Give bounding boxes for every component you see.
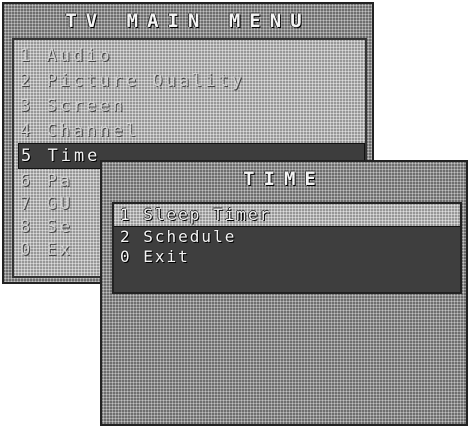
menu-item-audio[interactable]: 1 Audio [20,44,113,68]
menu-item-channel[interactable]: 4 Channel [20,119,139,143]
time-menu-title: TIME [243,168,325,190]
time-item-exit[interactable]: 0 Exit [120,246,190,268]
time-item-sleep-timer[interactable]: 1 Sleep Timer [114,204,460,227]
menu-item-exit[interactable]: 0 Ex [20,238,73,262]
time-menu-window: TIME 1 Sleep Timer 2 Schedule 0 Exit [100,160,468,426]
menu-item-6[interactable]: 6 Pa [20,169,73,193]
main-menu-title: TV MAIN MENU [65,10,311,32]
time-item-schedule[interactable]: 2 Schedule [120,226,236,248]
menu-item-8[interactable]: 8 Se [20,215,73,239]
time-menu-list: 1 Sleep Timer 2 Schedule 0 Exit [112,202,462,294]
menu-item-screen[interactable]: 3 Screen [20,94,126,118]
menu-item-picture-quality[interactable]: 2 Picture Quality [20,69,245,93]
menu-item-7[interactable]: 7 GU [20,192,73,216]
